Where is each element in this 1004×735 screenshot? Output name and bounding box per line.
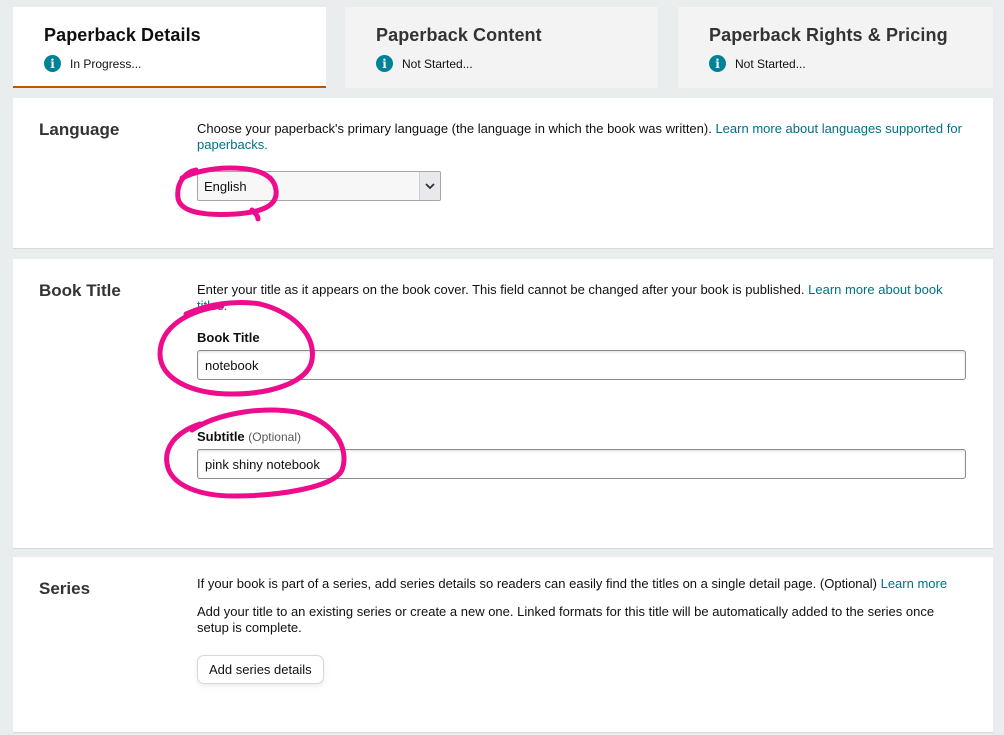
section-label-book-title: Book Title: [39, 281, 121, 300]
series-description-text: If your book is part of a series, add se…: [197, 576, 881, 591]
subtitle-input[interactable]: [197, 449, 966, 479]
tab-status: i In Progress...: [44, 55, 326, 72]
book-title-description: Enter your title as it appears on the bo…: [197, 282, 967, 314]
tab-status: i Not Started...: [376, 55, 658, 72]
language-select[interactable]: English: [197, 171, 441, 201]
tab-status: i Not Started...: [709, 55, 993, 72]
subtitle-optional-hint: (Optional): [248, 430, 301, 444]
info-icon: i: [44, 55, 61, 72]
tab-title: Paperback Rights & Pricing: [709, 25, 948, 45]
book-title-field-label: Book Title: [197, 330, 260, 345]
tab-paperback-rights-pricing[interactable]: Paperback Rights & Pricing i Not Started…: [678, 7, 993, 88]
tab-title: Paperback Content: [376, 25, 542, 45]
series-description-secondary: Add your title to an existing series or …: [197, 604, 935, 635]
book-title-description-text: Enter your title as it appears on the bo…: [197, 282, 809, 297]
book-title-section: Book Title Enter your title as it appear…: [13, 259, 993, 549]
series-description: If your book is part of a series, add se…: [197, 576, 967, 592]
tab-paperback-content[interactable]: Paperback Content i Not Started...: [345, 7, 658, 88]
subtitle-field-label: Subtitle (Optional): [197, 429, 301, 444]
tab-status-text: Not Started...: [735, 56, 806, 71]
tab-status-text: In Progress...: [70, 56, 142, 71]
tab-paperback-details[interactable]: Paperback Details i In Progress...: [13, 7, 326, 88]
section-label-language: Language: [39, 120, 120, 139]
info-icon: i: [376, 55, 393, 72]
tab-status-text: Not Started...: [402, 56, 473, 71]
tab-title: Paperback Details: [44, 25, 201, 45]
series-learn-more-link[interactable]: Learn more: [881, 576, 947, 591]
add-series-details-button[interactable]: Add series details: [197, 655, 324, 684]
book-title-input[interactable]: [197, 350, 966, 380]
section-label-series: Series: [39, 579, 91, 598]
info-icon: i: [709, 55, 726, 72]
language-section: Language Choose your paperback's primary…: [13, 98, 993, 249]
language-description: Choose your paperback's primary language…: [197, 121, 967, 153]
subtitle-label-text: Subtitle: [197, 429, 245, 444]
language-description-text: Choose your paperback's primary language…: [197, 121, 716, 136]
series-section: Series If your book is part of a series,…: [13, 557, 993, 733]
